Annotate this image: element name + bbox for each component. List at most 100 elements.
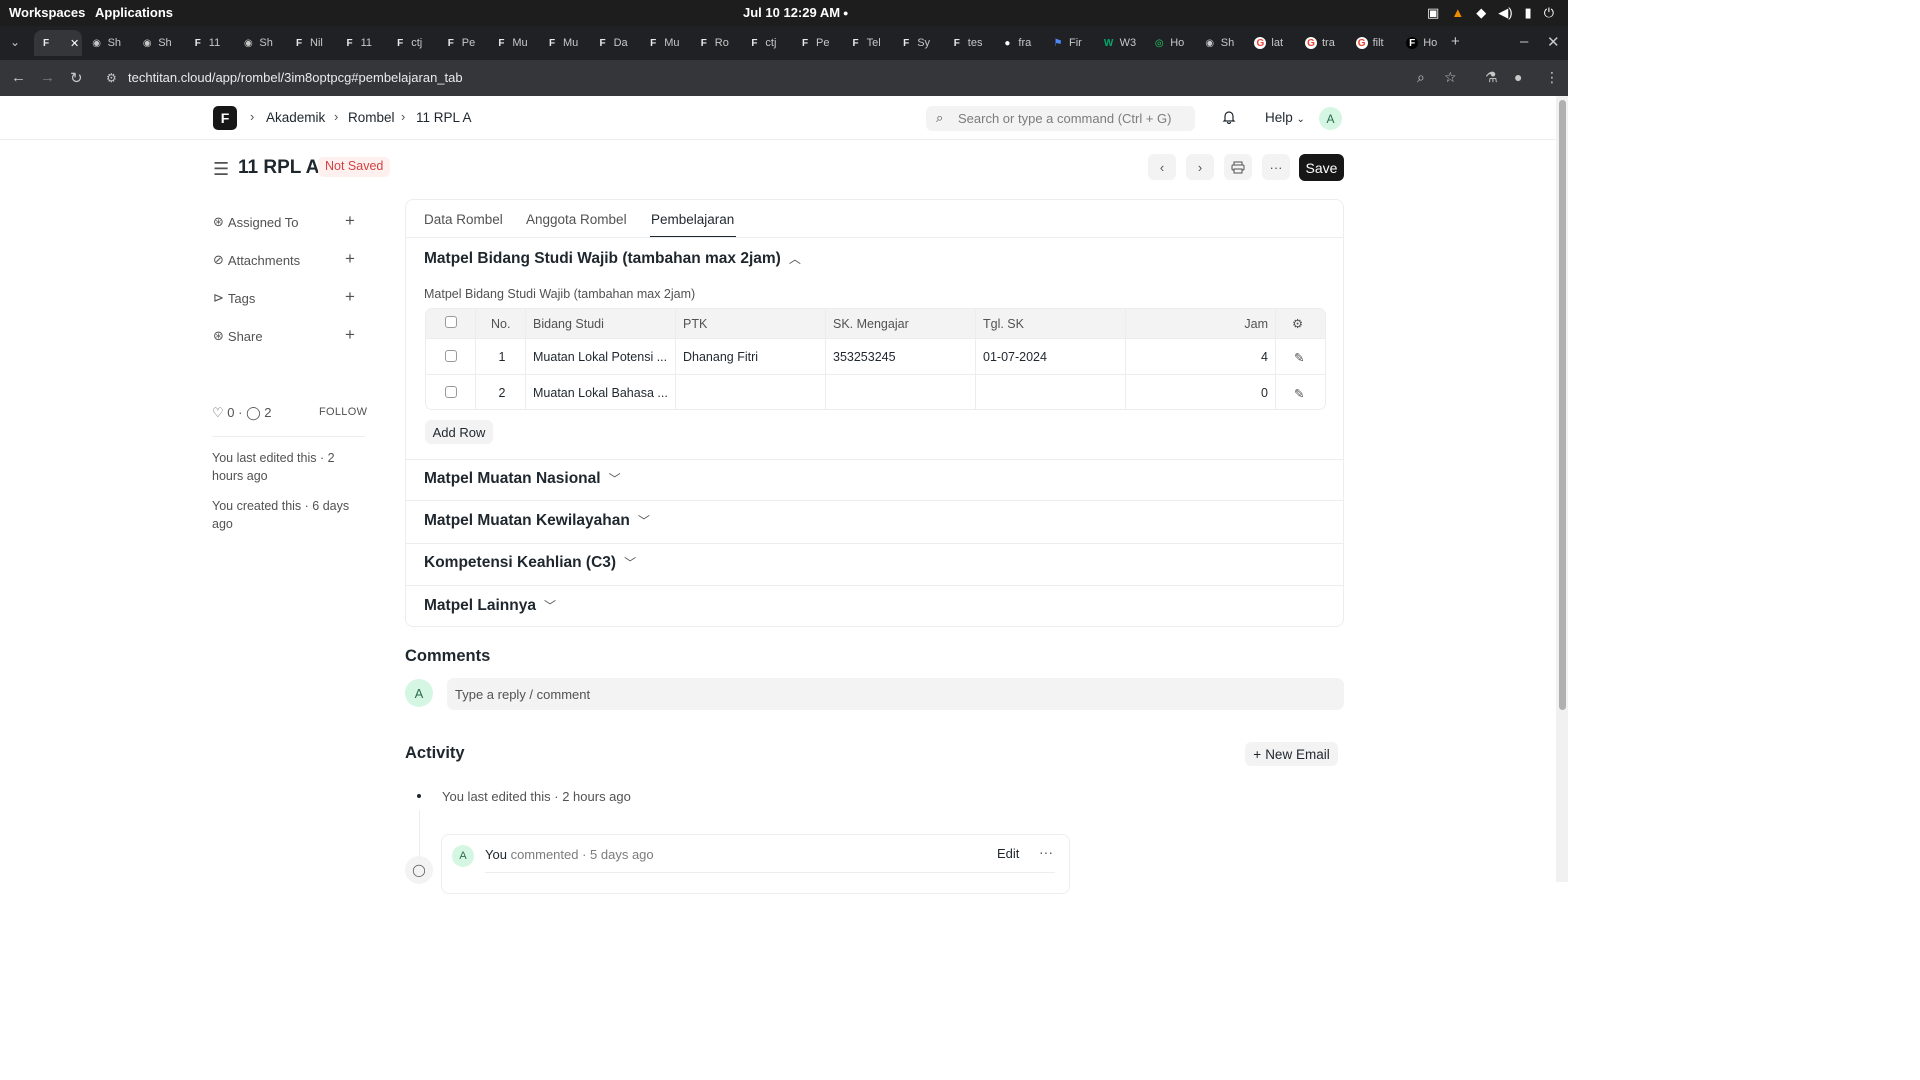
browser-tab[interactable]: ◉ Sh: [85, 30, 133, 56]
wifi-icon[interactable]: ◆: [1476, 5, 1486, 21]
browser-tab[interactable]: F Mu: [489, 30, 537, 56]
page-scrollbar[interactable]: [1556, 96, 1568, 882]
notification-bell-icon[interactable]: [1222, 109, 1236, 124]
breadcrumb-akademik[interactable]: Akademik: [266, 110, 325, 125]
help-dropdown[interactable]: Help ⌄: [1265, 110, 1305, 125]
section-bidang-studi-wajib-header[interactable]: Matpel Bidang Studi Wajib (tambahan max …: [424, 250, 801, 268]
add-tag-plus-icon[interactable]: +: [345, 287, 355, 307]
labs-icon[interactable]: ⚗: [1485, 69, 1498, 86]
table-row[interactable]: 1 Muatan Lokal Potensi ... Dhanang Fitri…: [426, 338, 1325, 374]
cell-bidang-studi[interactable]: Muatan Lokal Bahasa ...: [533, 386, 675, 400]
edit-row-pencil-icon[interactable]: ✎: [1294, 350, 1304, 365]
browser-tab[interactable]: F 11: [338, 30, 386, 56]
scrollbar-thumb[interactable]: [1559, 100, 1566, 710]
add-row-button[interactable]: Add Row: [425, 420, 493, 444]
clock[interactable]: Jul 10 12:29 AM: [743, 5, 840, 20]
tab-pembelajaran[interactable]: Pembelajaran: [651, 212, 734, 227]
system-tray[interactable]: ▣ ▲ ◆ ◀) ▮ ⏻: [1427, 5, 1554, 21]
browser-tab[interactable]: W W3: [1097, 30, 1145, 56]
previous-doc-button[interactable]: ‹: [1148, 154, 1176, 180]
add-assigned-plus-icon[interactable]: +: [345, 211, 355, 231]
edit-row-pencil-icon[interactable]: ✎: [1294, 386, 1304, 401]
tab-anggota-rombel[interactable]: Anggota Rombel: [526, 212, 627, 227]
close-window-button[interactable]: ✕: [1547, 33, 1560, 51]
browser-tab[interactable]: F Sy: [894, 30, 942, 56]
settings-gear-icon[interactable]: ⚙: [1292, 309, 1303, 338]
browser-tab[interactable]: ◉ Sh: [1198, 30, 1246, 56]
browser-tab[interactable]: F Tel: [844, 30, 892, 56]
tab-data-rombel[interactable]: Data Rombel: [424, 212, 503, 227]
section-muatan-kewilayahan-header[interactable]: Matpel Muatan Kewilayahan ﹀: [424, 512, 650, 530]
browser-tab[interactable]: F ✕: [34, 30, 82, 56]
awesomebar-search-input[interactable]: ⌕ Search or type a command (Ctrl + G): [926, 106, 1195, 131]
url-field[interactable]: techtitan.cloud/app/rombel/3im8optpcg#pe…: [128, 70, 463, 85]
next-doc-button[interactable]: ›: [1186, 154, 1214, 180]
row-checkbox[interactable]: [445, 386, 457, 398]
sidebar-assigned-to[interactable]: ⊛ Assigned To: [213, 214, 299, 230]
browser-tab[interactable]: Gfilt: [1350, 30, 1398, 56]
workspaces-menu[interactable]: Workspaces: [9, 5, 85, 20]
breadcrumb-current[interactable]: 11 RPL A: [416, 110, 472, 125]
vlc-icon[interactable]: ▲: [1451, 5, 1464, 21]
power-icon[interactable]: ⏻: [1544, 5, 1554, 21]
browser-tab[interactable]: F 11: [186, 30, 234, 56]
browser-tab[interactable]: Glat: [1248, 30, 1296, 56]
follow-button[interactable]: FOLLOW: [319, 406, 367, 418]
edit-comment-button[interactable]: Edit: [997, 846, 1019, 861]
browser-tab[interactable]: Fctj: [388, 30, 436, 56]
browser-tab[interactable]: F Mu: [641, 30, 689, 56]
section-muatan-nasional-header[interactable]: Matpel Muatan Nasional ﹀: [424, 470, 621, 488]
browser-tab[interactable]: Gtra: [1299, 30, 1347, 56]
browser-tab[interactable]: ◉ Sh: [135, 30, 183, 56]
forward-button[interactable]: →: [40, 69, 55, 86]
sidebar-toggle-icon[interactable]: ☰: [213, 159, 229, 180]
app-logo[interactable]: F: [213, 106, 237, 130]
browser-tab[interactable]: ● fra: [995, 30, 1043, 56]
cell-sk-mengajar[interactable]: 353253245: [833, 350, 975, 364]
browser-tab[interactable]: Fctj: [742, 30, 790, 56]
close-tab-icon[interactable]: ✕: [70, 37, 79, 50]
bookmark-star-icon[interactable]: ☆: [1444, 69, 1457, 86]
zoom-icon[interactable]: ⌕: [1417, 69, 1425, 86]
more-icon[interactable]: ···: [1039, 844, 1053, 860]
browser-tab[interactable]: F Da: [591, 30, 639, 56]
volume-icon[interactable]: ◀): [1498, 5, 1512, 21]
browser-tab[interactable]: ◎ Ho: [1147, 30, 1195, 56]
add-attachment-plus-icon[interactable]: +: [345, 249, 355, 269]
profile-icon[interactable]: ●: [1514, 69, 1522, 85]
reload-button[interactable]: ↻: [70, 69, 83, 87]
browser-tab[interactable]: F Pe: [793, 30, 841, 56]
site-info-icon[interactable]: ⚙: [106, 71, 117, 85]
user-avatar[interactable]: A: [1319, 107, 1342, 130]
section-matpel-lainnya-header[interactable]: Matpel Lainnya ﹀: [424, 597, 556, 615]
cell-bidang-studi[interactable]: Muatan Lokal Potensi ...: [533, 350, 675, 364]
sidebar-share[interactable]: ⊛ Share: [213, 328, 263, 344]
cell-tgl-sk[interactable]: 01-07-2024: [983, 350, 1125, 364]
browser-menu-icon[interactable]: ⋮: [1545, 69, 1559, 86]
more-actions-button[interactable]: ···: [1262, 154, 1290, 180]
cell-ptk[interactable]: Dhanang Fitri: [683, 350, 825, 364]
save-button[interactable]: Save: [1299, 154, 1344, 181]
print-button[interactable]: [1224, 154, 1252, 180]
sidebar-attachments[interactable]: ⊘ Attachments: [213, 252, 300, 268]
breadcrumb-rombel[interactable]: Rombel: [348, 110, 395, 125]
heart-icon[interactable]: ♡: [212, 405, 224, 420]
sidebar-tags[interactable]: ⊳ Tags: [213, 290, 255, 306]
browser-tab[interactable]: F Pe: [439, 30, 487, 56]
section-kompetensi-keahlian-header[interactable]: Kompetensi Keahlian (C3) ﹀: [424, 554, 636, 572]
comment-input[interactable]: [447, 678, 1344, 710]
new-tab-button[interactable]: +: [1451, 33, 1460, 50]
browser-tab[interactable]: F Nil: [287, 30, 335, 56]
new-email-button[interactable]: + New Email: [1245, 742, 1338, 766]
browser-tab[interactable]: ⚑ Fir: [1046, 30, 1094, 56]
screen-icon[interactable]: ▣: [1427, 5, 1439, 21]
tab-search-icon[interactable]: ⌄: [10, 35, 20, 49]
select-all-checkbox[interactable]: [445, 316, 457, 328]
browser-tab[interactable]: F Ro: [692, 30, 740, 56]
cell-jam[interactable]: 4: [1136, 350, 1268, 364]
browser-tab[interactable]: F Ho: [1400, 30, 1448, 56]
cell-jam[interactable]: 0: [1136, 386, 1268, 400]
row-checkbox[interactable]: [445, 350, 457, 362]
applications-menu[interactable]: Applications: [95, 5, 173, 20]
back-button[interactable]: ←: [11, 69, 26, 86]
